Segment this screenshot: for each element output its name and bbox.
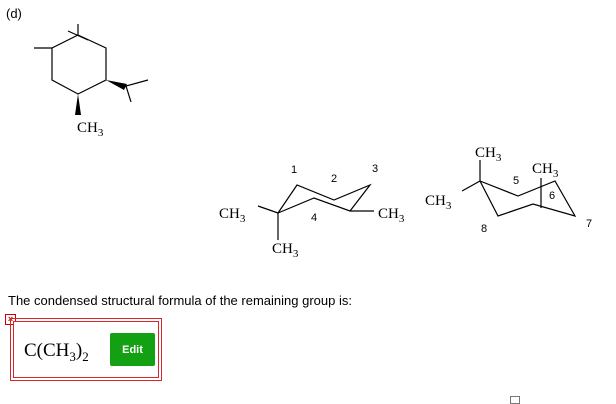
chair-right-number-6: 6 bbox=[549, 190, 555, 202]
chair-left-number-3: 3 bbox=[372, 163, 378, 175]
chair-right-methyl-right: CH3 bbox=[532, 161, 559, 180]
chair-right-methyl-left: CH3 bbox=[425, 193, 452, 212]
window-icon[interactable] bbox=[510, 396, 520, 404]
chair-right-number-7: 7 bbox=[586, 218, 592, 230]
chair-right-number-8: 8 bbox=[481, 223, 487, 235]
cyclohexane-skeletal bbox=[34, 24, 149, 103]
chair-left-number-4: 4 bbox=[311, 212, 317, 224]
methyl-label-top: CH3 bbox=[77, 120, 104, 139]
wedge-bond-methyl bbox=[75, 94, 81, 115]
formula-subscript-outer: 2 bbox=[82, 349, 89, 364]
chair-left-methyl-left: CH3 bbox=[219, 206, 246, 225]
wedge-bond-isopropyl bbox=[106, 80, 127, 90]
chair-left-methyl-right: CH3 bbox=[378, 206, 405, 225]
chair-left-methyl-bottom: CH3 bbox=[272, 241, 299, 260]
edit-button[interactable]: Edit bbox=[110, 333, 155, 366]
question-prompt: The condensed structural formula of the … bbox=[8, 293, 352, 308]
answer-formula: C(CH3)2 bbox=[24, 340, 89, 365]
chair-right-methyl-top: CH3 bbox=[475, 145, 502, 164]
chair-right-number-5: 5 bbox=[513, 175, 519, 187]
chair-left-number-1: 1 bbox=[291, 164, 297, 176]
chair-left-number-2: 2 bbox=[331, 173, 337, 185]
formula-main: C(CH bbox=[24, 340, 70, 361]
